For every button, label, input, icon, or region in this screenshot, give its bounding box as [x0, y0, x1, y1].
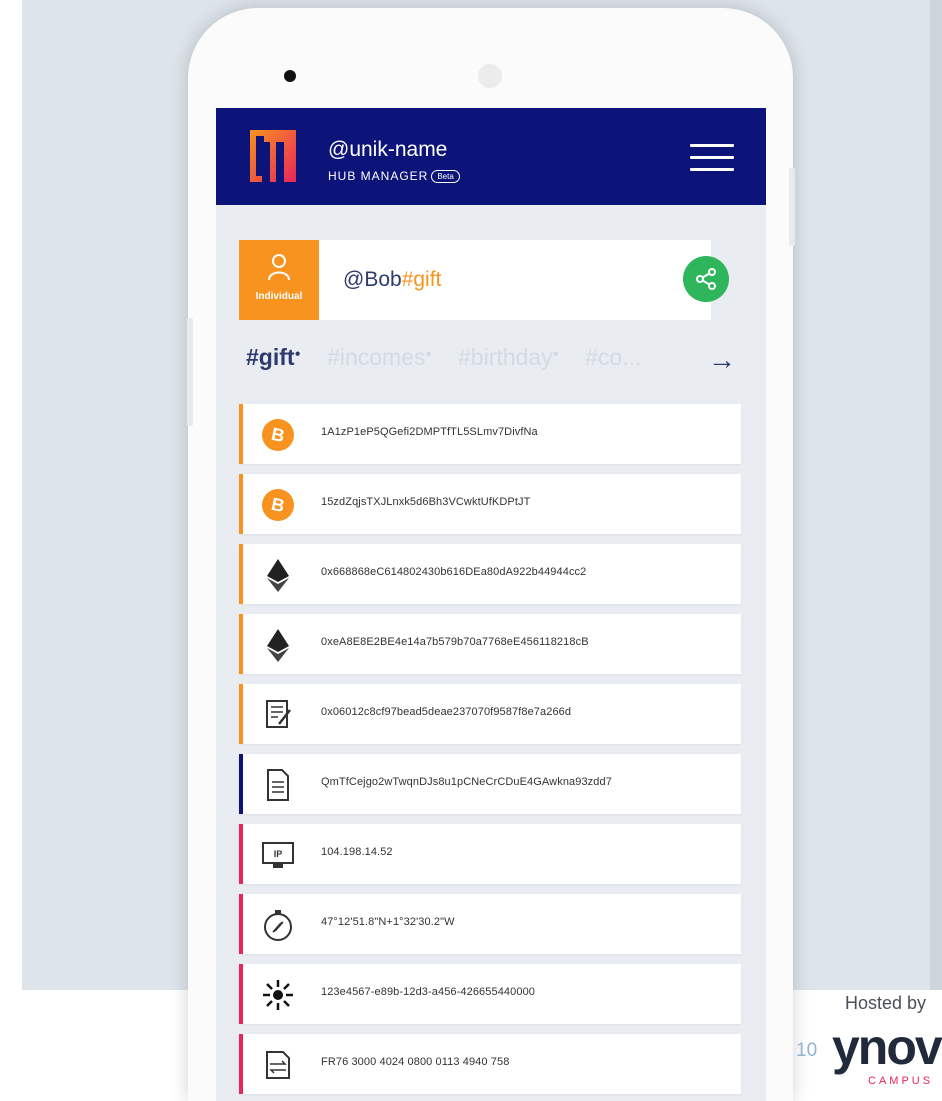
item-value: 47°12'51.8"N+1°32'30.2"W — [321, 916, 455, 928]
tag-tabs: #gift● #incomes● #birthday● #co... — [246, 344, 716, 384]
phone-screen: @unik-name HUB MANAGER Beta Individual @B… — [216, 108, 766, 1101]
tab-gift[interactable]: #gift● — [246, 344, 301, 371]
item-value: FR76 3000 4024 0800 0113 4940 758 — [321, 1056, 510, 1068]
item-value: 0x06012c8cf97bead5deae237070f9587f8e7a26… — [321, 706, 572, 718]
unik-logo-icon — [250, 130, 296, 182]
unikname-label: @Bob#gift — [343, 268, 442, 291]
ethereum-icon — [267, 559, 289, 592]
item-value: 1A1zP1eP5QGefi2DMPTfTL5SLmv7DivfNa — [321, 426, 538, 438]
share-button[interactable] — [683, 256, 729, 302]
hamburger-menu-icon[interactable] — [690, 144, 734, 174]
item-value: 15zdZqjsTXJLnxk5d6Bh3VCwktUfKDPtJT — [321, 496, 531, 508]
page-number: 10 — [796, 1040, 818, 1061]
slide-edge — [930, 0, 942, 990]
list-item[interactable]: B 15zdZqjsTXJLnxk5d6Bh3VCwktUfKDPtJT — [239, 474, 741, 534]
bank-transfer-icon — [266, 1051, 290, 1079]
brand-name: @unik-name — [328, 138, 448, 161]
bitcoin-icon: B — [262, 419, 294, 451]
list-item[interactable]: 0xeA8E8E2BE4e14a7b579b70a7768eE456118218… — [239, 614, 741, 674]
app-header: @unik-name HUB MANAGER Beta — [216, 108, 766, 205]
profile-card: Individual @Bob#gift — [239, 240, 711, 320]
svg-text:IP: IP — [274, 849, 283, 859]
item-value: 123e4567-e89b-12d3-a456-426655440000 — [321, 986, 536, 998]
arrow-right-icon[interactable]: → — [708, 344, 736, 376]
uuid-icon — [263, 980, 293, 1010]
camera-icon — [284, 70, 296, 82]
tab-more[interactable]: #co... — [585, 344, 641, 371]
individual-badge: Individual — [239, 240, 319, 320]
item-value: QmTfCejgo2wTwqnDJs8u1pCNeCrCDuE4GAwkna93… — [321, 776, 612, 788]
individual-label: Individual — [255, 291, 303, 302]
ip-monitor-icon: IP — [262, 842, 294, 868]
list-item[interactable]: 0x06012c8cf97bead5deae237070f9587f8e7a26… — [239, 684, 741, 744]
speaker-icon — [478, 64, 502, 88]
list-item[interactable]: IP 104.198.14.52 — [239, 824, 741, 884]
phone-power-button — [789, 168, 795, 246]
hosted-by-label: Hosted by — [845, 993, 927, 1013]
ethereum-icon — [267, 629, 289, 662]
item-value: 0x668868eC614802430b616DEa80dA922b44944c… — [321, 566, 587, 578]
item-value: 0xeA8E8E2BE4e14a7b579b70a7768eE456118218… — [321, 636, 589, 648]
tab-incomes[interactable]: #incomes● — [327, 344, 431, 371]
ynov-campus-label: CAMPUS — [868, 1075, 934, 1087]
bitcoin-icon: B — [262, 489, 294, 521]
brand-subtitle: HUB MANAGER Beta — [328, 169, 460, 183]
list-item[interactable]: 123e4567-e89b-12d3-a456-426655440000 — [239, 964, 741, 1024]
person-icon — [268, 254, 290, 281]
contract-icon — [266, 700, 291, 728]
list-item[interactable]: FR76 3000 4024 0800 0113 4940 758 — [239, 1034, 741, 1094]
tab-birthday[interactable]: #birthday● — [458, 344, 559, 371]
share-icon — [696, 268, 716, 290]
list-item[interactable]: 47°12'51.8"N+1°32'30.2"W — [239, 894, 741, 954]
compass-icon — [264, 910, 292, 941]
list-item[interactable]: QmTfCejgo2wTwqnDJs8u1pCNeCrCDuE4GAwkna93… — [239, 754, 741, 814]
list-item[interactable]: 0x668868eC614802430b616DEa80dA922b44944c… — [239, 544, 741, 604]
list-item[interactable]: B 1A1zP1eP5QGefi2DMPTfTL5SLmv7DivfNa — [239, 404, 741, 464]
document-icon — [267, 769, 289, 801]
item-value: 104.198.14.52 — [321, 846, 393, 858]
ynov-logo: ynov — [832, 1019, 942, 1075]
phone-side-button — [187, 318, 193, 426]
resource-list: B 1A1zP1eP5QGefi2DMPTfTL5SLmv7DivfNa B 1… — [239, 404, 741, 1101]
beta-badge: Beta — [431, 170, 460, 183]
